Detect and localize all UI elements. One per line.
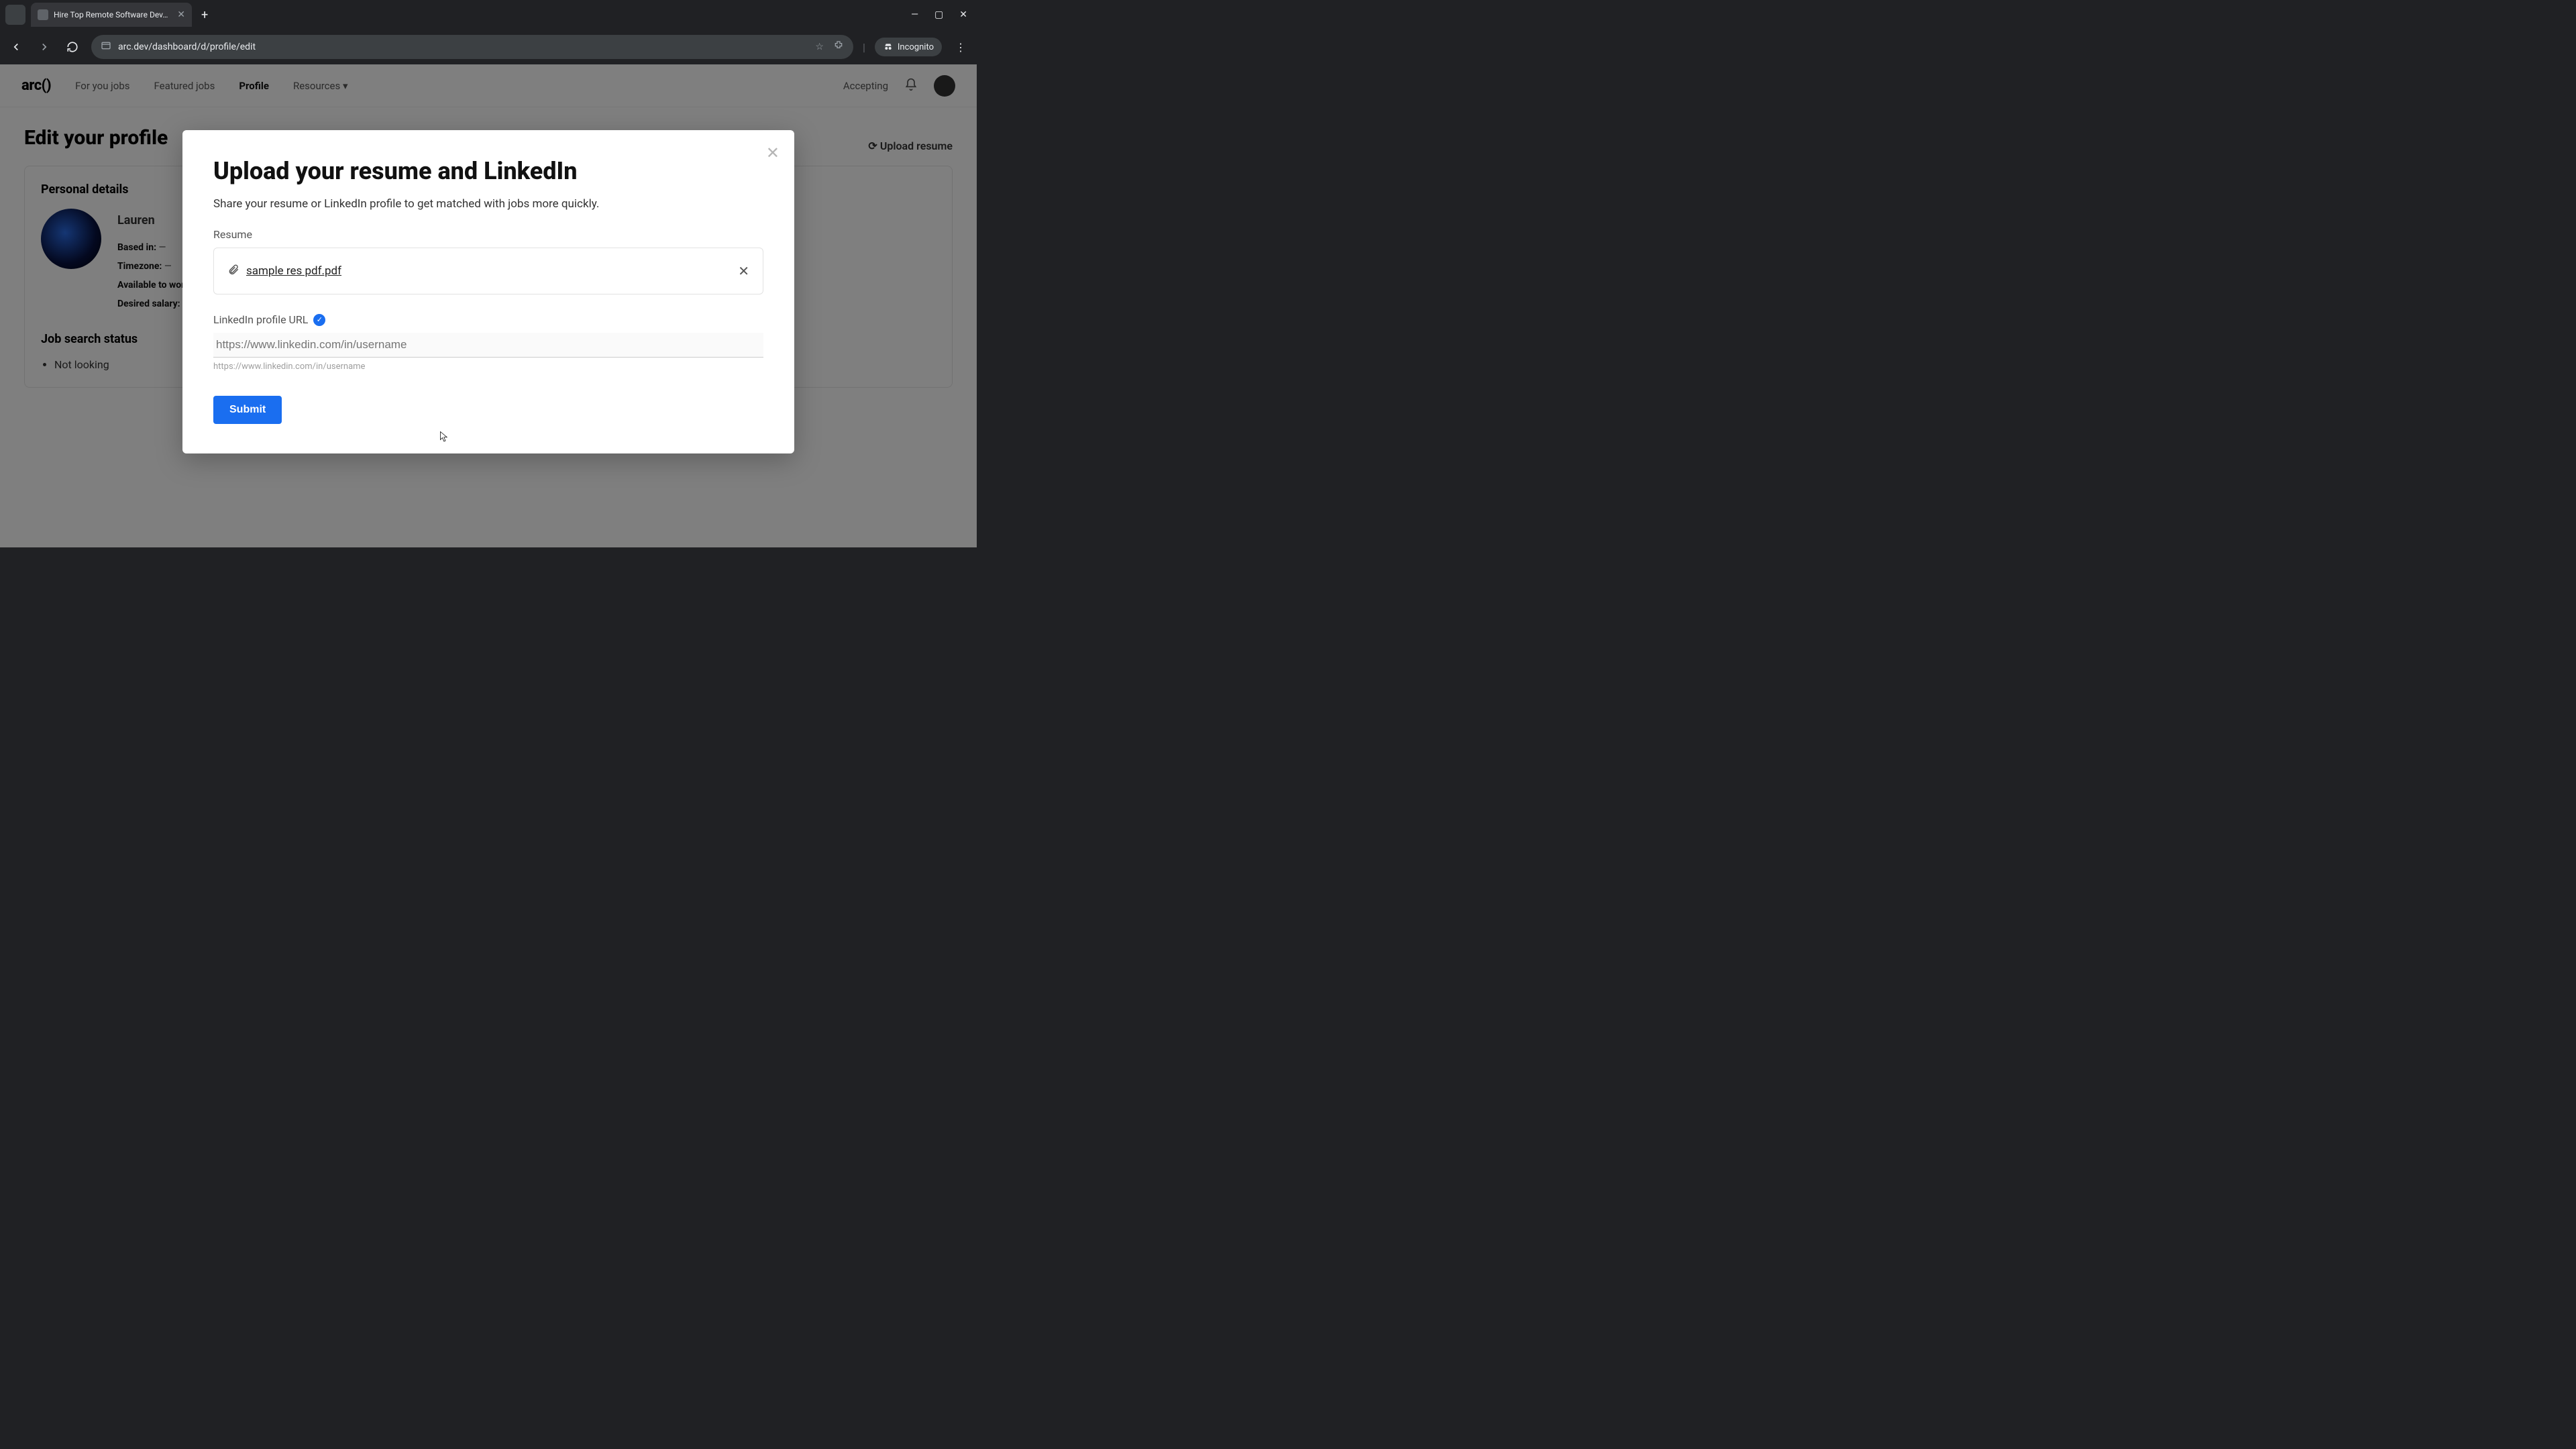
site-info-icon[interactable] (101, 40, 111, 54)
reload-button[interactable] (63, 41, 82, 53)
remove-file-button[interactable]: ✕ (738, 263, 749, 279)
modal-close-button[interactable]: ✕ (766, 144, 780, 162)
minimize-icon[interactable]: — (911, 9, 918, 20)
resume-file-link[interactable]: sample res pdf.pdf (246, 264, 341, 278)
bookmark-icon[interactable]: ☆ (815, 42, 824, 52)
chrome-menu-icon[interactable]: ⋮ (951, 41, 970, 54)
url-text: arc.dev/dashboard/d/profile/edit (118, 42, 256, 52)
linkedin-hint: https://www.linkedin.com/in/username (213, 362, 763, 372)
paperclip-icon (227, 264, 239, 278)
browser-tab[interactable]: Hire Top Remote Software Dev… ✕ (31, 3, 192, 27)
resume-file-box: sample res pdf.pdf ✕ (213, 248, 763, 294)
favicon-icon (38, 9, 48, 20)
browser-chrome: Hire Top Remote Software Dev… ✕ + — ▢ ✕ … (0, 0, 977, 64)
incognito-label: Incognito (898, 42, 934, 52)
close-tab-icon[interactable]: ✕ (177, 10, 185, 19)
cursor-icon (437, 429, 449, 444)
verified-badge-icon: ✓ (313, 314, 325, 326)
linkedin-url-input[interactable] (213, 333, 763, 358)
linkedin-label: LinkedIn profile URL ✓ (213, 313, 763, 326)
toolbar: arc.dev/dashboard/d/profile/edit ☆ | Inc… (0, 30, 977, 64)
tab-search-button[interactable] (5, 5, 25, 25)
address-bar[interactable]: arc.dev/dashboard/d/profile/edit ☆ (91, 35, 853, 59)
modal-subtitle: Share your resume or LinkedIn profile to… (213, 197, 763, 211)
tab-title: Hire Top Remote Software Dev… (54, 10, 172, 19)
upload-resume-modal: ✕ Upload your resume and LinkedIn Share … (182, 130, 794, 453)
new-tab-button[interactable]: + (201, 8, 208, 22)
close-window-icon[interactable]: ✕ (959, 9, 967, 20)
incognito-chip[interactable]: Incognito (875, 38, 942, 56)
forward-button[interactable] (35, 41, 54, 53)
resume-label: Resume (213, 228, 763, 241)
window-controls: — ▢ ✕ (911, 9, 977, 20)
modal-title: Upload your resume and LinkedIn (213, 157, 763, 185)
back-button[interactable] (7, 41, 25, 53)
tab-strip: Hire Top Remote Software Dev… ✕ + — ▢ ✕ (0, 0, 977, 30)
maximize-icon[interactable]: ▢ (934, 9, 943, 20)
extensions-icon[interactable] (833, 40, 844, 54)
submit-button[interactable]: Submit (213, 396, 282, 424)
